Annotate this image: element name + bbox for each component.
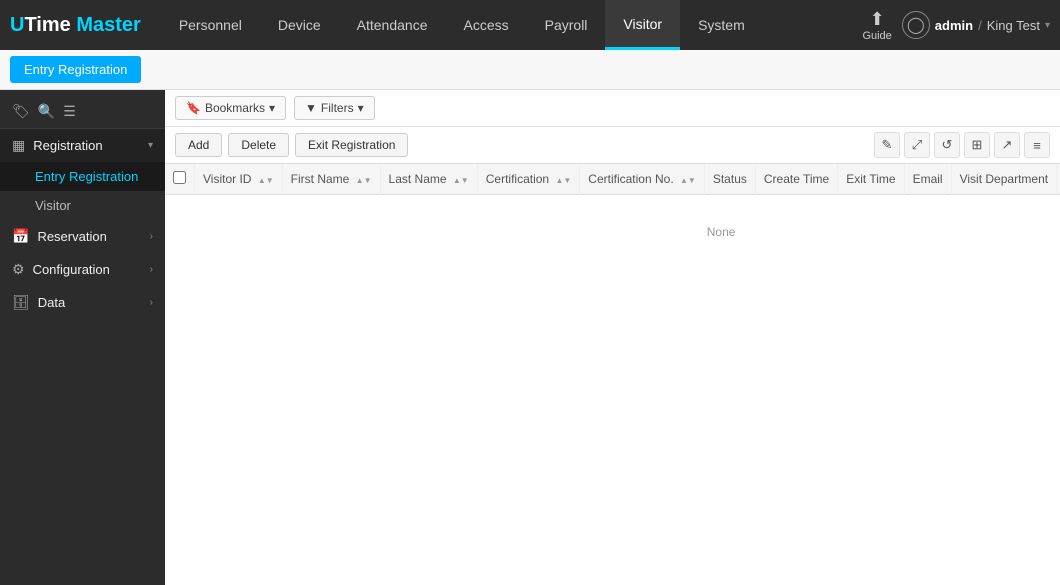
action-row: Add Delete Exit Registration ✎ ⤢ ↺ ⊞ ↗ ≡ xyxy=(165,127,1060,164)
column-settings-icon-btn[interactable]: ≡ xyxy=(1024,132,1050,158)
sub-nav: Entry Registration xyxy=(0,50,1060,90)
expand-icon-btn[interactable]: ⤢ xyxy=(904,132,930,158)
col-visitor-id[interactable]: Visitor ID ▲▼ xyxy=(195,164,283,195)
slash: / xyxy=(978,18,982,33)
sidebar-group-configuration[interactable]: ⚙ Configuration › xyxy=(0,253,165,286)
avatar-icon: ◯ xyxy=(907,15,925,35)
top-nav: UTime Master Personnel Device Attendance… xyxy=(0,0,1060,50)
table-header: Visitor ID ▲▼ First Name ▲▼ Last Name ▲▼ xyxy=(165,164,1060,195)
toolbar: 🔖 Bookmarks ▾ ▼ Filters ▾ xyxy=(165,90,1060,127)
filters-chevron-icon: ▾ xyxy=(358,101,364,115)
icon-buttons: ✎ ⤢ ↺ ⊞ ↗ ≡ xyxy=(874,132,1050,158)
select-all-header[interactable] xyxy=(165,164,195,195)
edit-icon-btn[interactable]: ✎ xyxy=(874,132,900,158)
col-certification[interactable]: Certification ▲▼ xyxy=(477,164,580,195)
col-first-name[interactable]: First Name ▲▼ xyxy=(282,164,380,195)
bookmarks-label: Bookmarks xyxy=(205,101,265,115)
main-layout: 🏷 🔍 ☰ ▦ Registration ▾ Entry Registratio… xyxy=(0,90,1060,585)
database-icon: 🗄 xyxy=(12,294,30,311)
bookmarks-chevron-icon: ▾ xyxy=(269,101,275,115)
list-icon[interactable]: ☰ xyxy=(63,103,76,120)
admin-label: admin xyxy=(935,18,973,33)
select-all-checkbox[interactable] xyxy=(173,171,186,184)
sidebar-data-label: Data xyxy=(38,295,65,310)
chevron-right-icon: › xyxy=(150,231,153,242)
col-host-visited[interactable]: Host/Visited xyxy=(1057,164,1060,195)
refresh-icon-btn[interactable]: ↺ xyxy=(934,132,960,158)
bookmarks-button[interactable]: 🔖 Bookmarks ▾ xyxy=(175,96,286,120)
sidebar-group-reservation-left: 📅 Reservation xyxy=(12,228,107,245)
sidebar-configuration-label: Configuration xyxy=(33,262,110,277)
col-status[interactable]: Status xyxy=(704,164,755,195)
sidebar: 🏷 🔍 ☰ ▦ Registration ▾ Entry Registratio… xyxy=(0,90,165,585)
nav-access[interactable]: Access xyxy=(446,0,527,50)
chevron-right-icon2: › xyxy=(150,264,153,275)
content-area: 🔖 Bookmarks ▾ ▼ Filters ▾ Add Delete Exi… xyxy=(165,90,1060,585)
username-label: King Test xyxy=(987,18,1040,33)
sidebar-group-registration[interactable]: ▦ Registration ▾ xyxy=(0,129,165,162)
col-visit-department[interactable]: Visit Department xyxy=(951,164,1056,195)
chevron-right-icon3: › xyxy=(150,297,153,308)
gear-icon: ⚙ xyxy=(12,261,25,278)
tag-icon[interactable]: 🏷 xyxy=(12,103,30,120)
sidebar-group-registration-left: ▦ Registration xyxy=(12,137,103,154)
nav-visitor[interactable]: Visitor xyxy=(605,0,680,50)
sidebar-reservation-label: Reservation xyxy=(37,229,106,244)
user-info[interactable]: ◯ admin / King Test ▾ xyxy=(902,11,1050,39)
data-table: Visitor ID ▲▼ First Name ▲▼ Last Name ▲▼ xyxy=(165,164,1060,269)
search-icon[interactable]: 🔍 xyxy=(38,103,55,120)
add-button[interactable]: Add xyxy=(175,133,222,157)
nav-attendance[interactable]: Attendance xyxy=(339,0,446,50)
filters-label: Filters xyxy=(321,101,354,115)
sidebar-registration-label: Registration xyxy=(33,138,102,153)
nav-device[interactable]: Device xyxy=(260,0,339,50)
col-create-time[interactable]: Create Time xyxy=(755,164,837,195)
filter-icon: ▼ xyxy=(305,101,317,115)
filters-button[interactable]: ▼ Filters ▾ xyxy=(294,96,375,120)
nav-right: ⬆ Guide ◯ admin / King Test ▾ xyxy=(862,9,1050,42)
bookmark-icon: 🔖 xyxy=(186,101,201,115)
sort-last-name: ▲▼ xyxy=(453,177,469,185)
user-avatar: ◯ xyxy=(902,11,930,39)
sidebar-group-data-left: 🗄 Data xyxy=(12,294,65,311)
col-email[interactable]: Email xyxy=(904,164,951,195)
guide-label: Guide xyxy=(862,30,891,42)
calendar-icon: 📅 xyxy=(12,228,29,245)
table-body: None xyxy=(165,195,1060,270)
col-last-name[interactable]: Last Name ▲▼ xyxy=(380,164,477,195)
sort-first-name: ▲▼ xyxy=(356,177,372,185)
entry-registration-tab[interactable]: Entry Registration xyxy=(10,56,141,83)
sidebar-group-reservation[interactable]: 📅 Reservation › xyxy=(0,220,165,253)
grid-icon: ▦ xyxy=(12,137,25,154)
sidebar-item-entry-registration[interactable]: Entry Registration xyxy=(0,162,165,191)
sidebar-item-visitor[interactable]: Visitor xyxy=(0,191,165,220)
sidebar-group-data[interactable]: 🗄 Data › xyxy=(0,286,165,319)
col-certification-no[interactable]: Certification No. ▲▼ xyxy=(580,164,705,195)
table-container: Visitor ID ▲▼ First Name ▲▼ Last Name ▲▼ xyxy=(165,164,1060,585)
app-logo[interactable]: UTime Master xyxy=(10,14,141,37)
empty-row: None xyxy=(165,195,1060,270)
layout-icon-btn[interactable]: ⊞ xyxy=(964,132,990,158)
logo-time: Time xyxy=(24,14,76,36)
sort-certification-no: ▲▼ xyxy=(680,177,696,185)
nav-system[interactable]: System xyxy=(680,0,763,50)
sort-visitor-id: ▲▼ xyxy=(258,177,274,185)
share-icon-btn[interactable]: ↗ xyxy=(994,132,1020,158)
nav-personnel[interactable]: Personnel xyxy=(161,0,260,50)
sort-certification: ▲▼ xyxy=(555,177,571,185)
sidebar-group-configuration-left: ⚙ Configuration xyxy=(12,261,110,278)
logo-master: Master xyxy=(76,14,140,36)
empty-message: None xyxy=(165,195,1060,270)
delete-button[interactable]: Delete xyxy=(228,133,289,157)
guide-icon: ⬆ xyxy=(870,9,885,30)
sidebar-top-icons: 🏷 🔍 ☰ xyxy=(0,95,165,129)
nav-items: Personnel Device Attendance Access Payro… xyxy=(161,0,863,50)
chevron-down-icon: ▾ xyxy=(148,140,153,151)
guide-button[interactable]: ⬆ Guide xyxy=(862,9,891,42)
nav-payroll[interactable]: Payroll xyxy=(527,0,606,50)
logo-u: U xyxy=(10,14,24,36)
user-dropdown-icon: ▾ xyxy=(1045,20,1050,31)
exit-registration-button[interactable]: Exit Registration xyxy=(295,133,408,157)
col-exit-time[interactable]: Exit Time xyxy=(838,164,904,195)
